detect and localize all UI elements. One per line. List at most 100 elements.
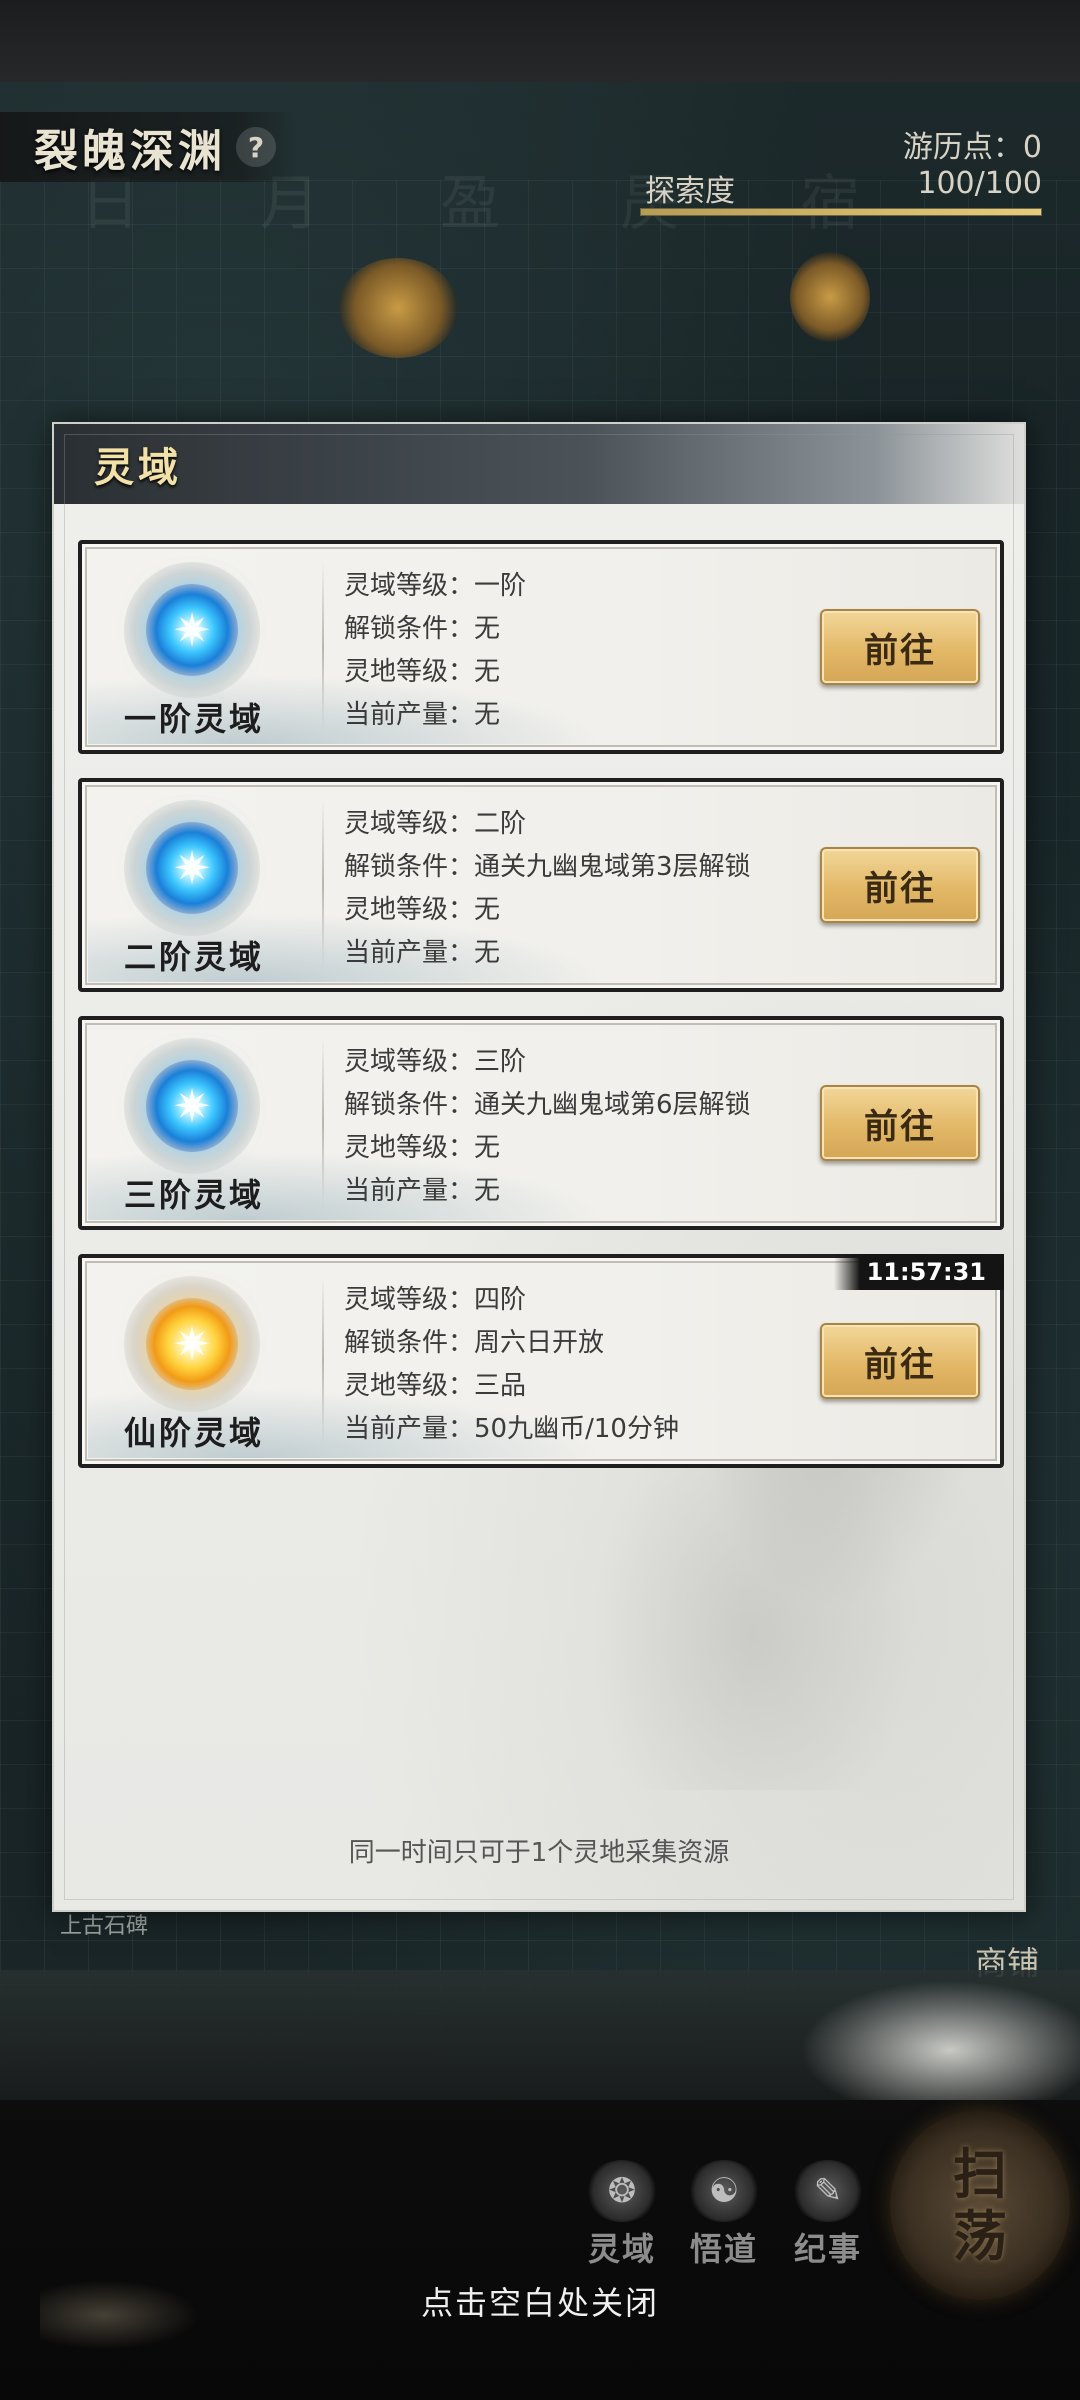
- go-button-tier-1[interactable]: 前往: [820, 609, 980, 685]
- info-key: 灵域等级：: [344, 1285, 475, 1315]
- domain-card-tier-1: ✷ 一阶灵域 灵域等级： 一阶 解锁条件：无 灵地等级：无 当前产量：无 前往: [78, 540, 1004, 754]
- nav-label: 纪事: [793, 2230, 862, 2268]
- go-button-immortal[interactable]: 前往: [820, 1323, 980, 1399]
- info-row-land-grade: 灵地等级：无: [344, 886, 751, 929]
- tap-to-close-hint[interactable]: 点击空白处关闭: [0, 2278, 1080, 2324]
- info-row-unlock: 解锁条件： 周六日开放: [344, 1319, 679, 1362]
- domain-info: 灵域等级： 三阶 解锁条件： 通关九幽鬼域第6层解锁 灵地等级：无 当前产量：无: [344, 1038, 751, 1210]
- chronicle-book-icon: ✎: [792, 2160, 864, 2222]
- domain-card-immortal: ✷ 仙阶灵域 灵域等级： 四阶 解锁条件： 周六日开放 灵地等级： 三品 当前产量： 5…: [78, 1254, 1004, 1468]
- modal-title: 灵域: [94, 444, 182, 491]
- info-key: 解锁条件：: [344, 1090, 475, 1120]
- enlightenment-icon: ☯: [688, 2160, 760, 2222]
- info-value: 无: [474, 1176, 501, 1206]
- info-key: 解锁条件：: [344, 614, 475, 644]
- card-divider: [322, 1276, 324, 1446]
- domain-name: 仙阶灵域: [123, 1414, 264, 1452]
- nav-chronicle[interactable]: ✎ 纪事: [778, 2160, 878, 2270]
- info-key: 灵域等级：: [344, 1047, 475, 1077]
- domain-card-tier-2: ✷ 二阶灵域 灵域等级： 二阶 解锁条件： 通关九幽鬼域第3层解锁 灵地等级：无 当…: [78, 778, 1004, 992]
- info-key: 解锁条件：: [344, 852, 475, 882]
- info-key: 当前产量：: [344, 700, 475, 730]
- blue-spirit-orb-icon: ✷: [146, 822, 238, 914]
- domain-name: 一阶灵域: [123, 700, 264, 738]
- nav-label: 灵域: [587, 2230, 656, 2268]
- info-row-land-grade: 灵地等级： 三品: [344, 1362, 679, 1405]
- map-title-plate: 裂魄深渊 ?: [0, 112, 300, 182]
- info-value: 无: [474, 700, 501, 730]
- card-divider: [322, 562, 324, 732]
- faint-char: 盈: [440, 169, 500, 239]
- info-value: 无: [474, 614, 501, 644]
- nav-label: 悟道: [689, 2230, 758, 2268]
- blue-spirit-orb-icon: ✷: [146, 584, 238, 676]
- info-value: 一阶: [474, 571, 527, 601]
- info-row-level: 灵域等级： 四阶: [344, 1276, 679, 1319]
- domain-card-tier-3: ✷ 三阶灵域 灵域等级： 三阶 解锁条件： 通关九幽鬼域第6层解锁 灵地等级：无 当…: [78, 1016, 1004, 1230]
- info-value: 三品: [474, 1371, 527, 1401]
- info-value: 通关九幽鬼域第6层解锁: [474, 1090, 751, 1120]
- help-icon[interactable]: ?: [236, 127, 276, 167]
- nav-spirit-domain[interactable]: ❂ 灵域: [572, 2160, 672, 2270]
- info-row-unlock: 解锁条件： 通关九幽鬼域第6层解锁: [344, 1081, 751, 1124]
- go-button-tier-3[interactable]: 前往: [820, 1085, 980, 1161]
- exploration-label: 探索度: [645, 174, 735, 209]
- top-band: [0, 0, 1080, 82]
- info-key: 当前产量：: [344, 1414, 475, 1444]
- domain-name: 二阶灵域: [123, 938, 264, 976]
- info-value: 周六日开放: [474, 1328, 605, 1358]
- domain-name: 三阶灵域: [123, 1176, 264, 1214]
- spirit-domain-icon: ❂: [586, 2160, 658, 2222]
- go-button-tier-2[interactable]: 前往: [820, 847, 980, 923]
- sweep-label: 扫荡: [953, 2142, 1007, 2268]
- exploration-progress-fill: [641, 209, 1041, 215]
- map-node-emblem[interactable]: [338, 258, 458, 358]
- sweep-button[interactable]: 扫荡: [890, 2110, 1070, 2300]
- bottom-glow-decoration: [800, 1980, 1080, 2120]
- info-row-land-grade: 灵地等级：无: [344, 648, 526, 691]
- domain-info: 灵域等级： 一阶 解锁条件：无 灵地等级：无 当前产量：无: [344, 562, 526, 734]
- modal-header: 灵域: [54, 424, 1024, 504]
- domain-info: 灵域等级： 二阶 解锁条件： 通关九幽鬼域第3层解锁 灵地等级：无 当前产量：无: [344, 800, 751, 972]
- info-value: 无: [474, 938, 501, 968]
- orb-frame: ✷: [124, 1038, 260, 1174]
- info-row-unlock: 解锁条件： 通关九幽鬼域第3层解锁: [344, 843, 751, 886]
- info-key: 灵地等级：: [344, 1133, 475, 1163]
- info-value: 四阶: [474, 1285, 527, 1315]
- info-value: 通关九幽鬼域第3层解锁: [474, 852, 751, 882]
- ancient-stele-label[interactable]: 上古石碑: [60, 1908, 148, 1940]
- info-value: 无: [474, 657, 501, 687]
- map-character-figure[interactable]: [790, 252, 870, 342]
- orb-frame: ✷: [124, 1276, 260, 1412]
- nav-enlightenment[interactable]: ☯ 悟道: [674, 2160, 774, 2270]
- info-row-output: 当前产量：无: [344, 929, 751, 972]
- gold-spirit-orb-icon: ✷: [146, 1298, 238, 1390]
- domain-info: 灵域等级： 四阶 解锁条件： 周六日开放 灵地等级： 三品 当前产量： 50九幽币/10…: [344, 1276, 679, 1448]
- info-key: 解锁条件：: [344, 1328, 475, 1358]
- card-divider: [322, 800, 324, 970]
- info-key: 灵地等级：: [344, 657, 475, 687]
- info-value: 三阶: [474, 1047, 527, 1077]
- info-key: 当前产量：: [344, 938, 475, 968]
- info-row-level: 灵域等级： 三阶: [344, 1038, 751, 1081]
- info-row-level: 灵域等级： 一阶: [344, 562, 526, 605]
- orb-frame: ✷: [124, 562, 260, 698]
- info-row-level: 灵域等级： 二阶: [344, 800, 751, 843]
- info-row-land-grade: 灵地等级：无: [344, 1124, 751, 1167]
- info-row-unlock: 解锁条件：无: [344, 605, 526, 648]
- countdown-timer-badge: 11:57:31: [834, 1254, 1004, 1290]
- info-row-output: 当前产量：无: [344, 691, 526, 734]
- footer-note: 同一时间只可于1个灵地采集资源: [348, 1838, 730, 1868]
- info-value: 二阶: [474, 809, 527, 839]
- spirit-domain-modal: 灵域 ✷ 一阶灵域 灵域等级： 一阶 解锁条件：无 灵地等级：无 当前产量：无 前…: [52, 422, 1026, 1912]
- travel-points-counter: 游历点：0: [902, 130, 1042, 165]
- info-row-output: 当前产量： 50九幽币/10分钟: [344, 1405, 679, 1448]
- info-key: 灵域等级：: [344, 809, 475, 839]
- info-row-output: 当前产量：无: [344, 1167, 751, 1210]
- orb-frame: ✷: [124, 800, 260, 936]
- info-key: 灵地等级：: [344, 1371, 475, 1401]
- info-key: 灵域等级：: [344, 571, 475, 601]
- map-title: 裂魄深渊: [34, 126, 226, 177]
- blue-spirit-orb-icon: ✷: [146, 1060, 238, 1152]
- info-value: 无: [474, 895, 501, 925]
